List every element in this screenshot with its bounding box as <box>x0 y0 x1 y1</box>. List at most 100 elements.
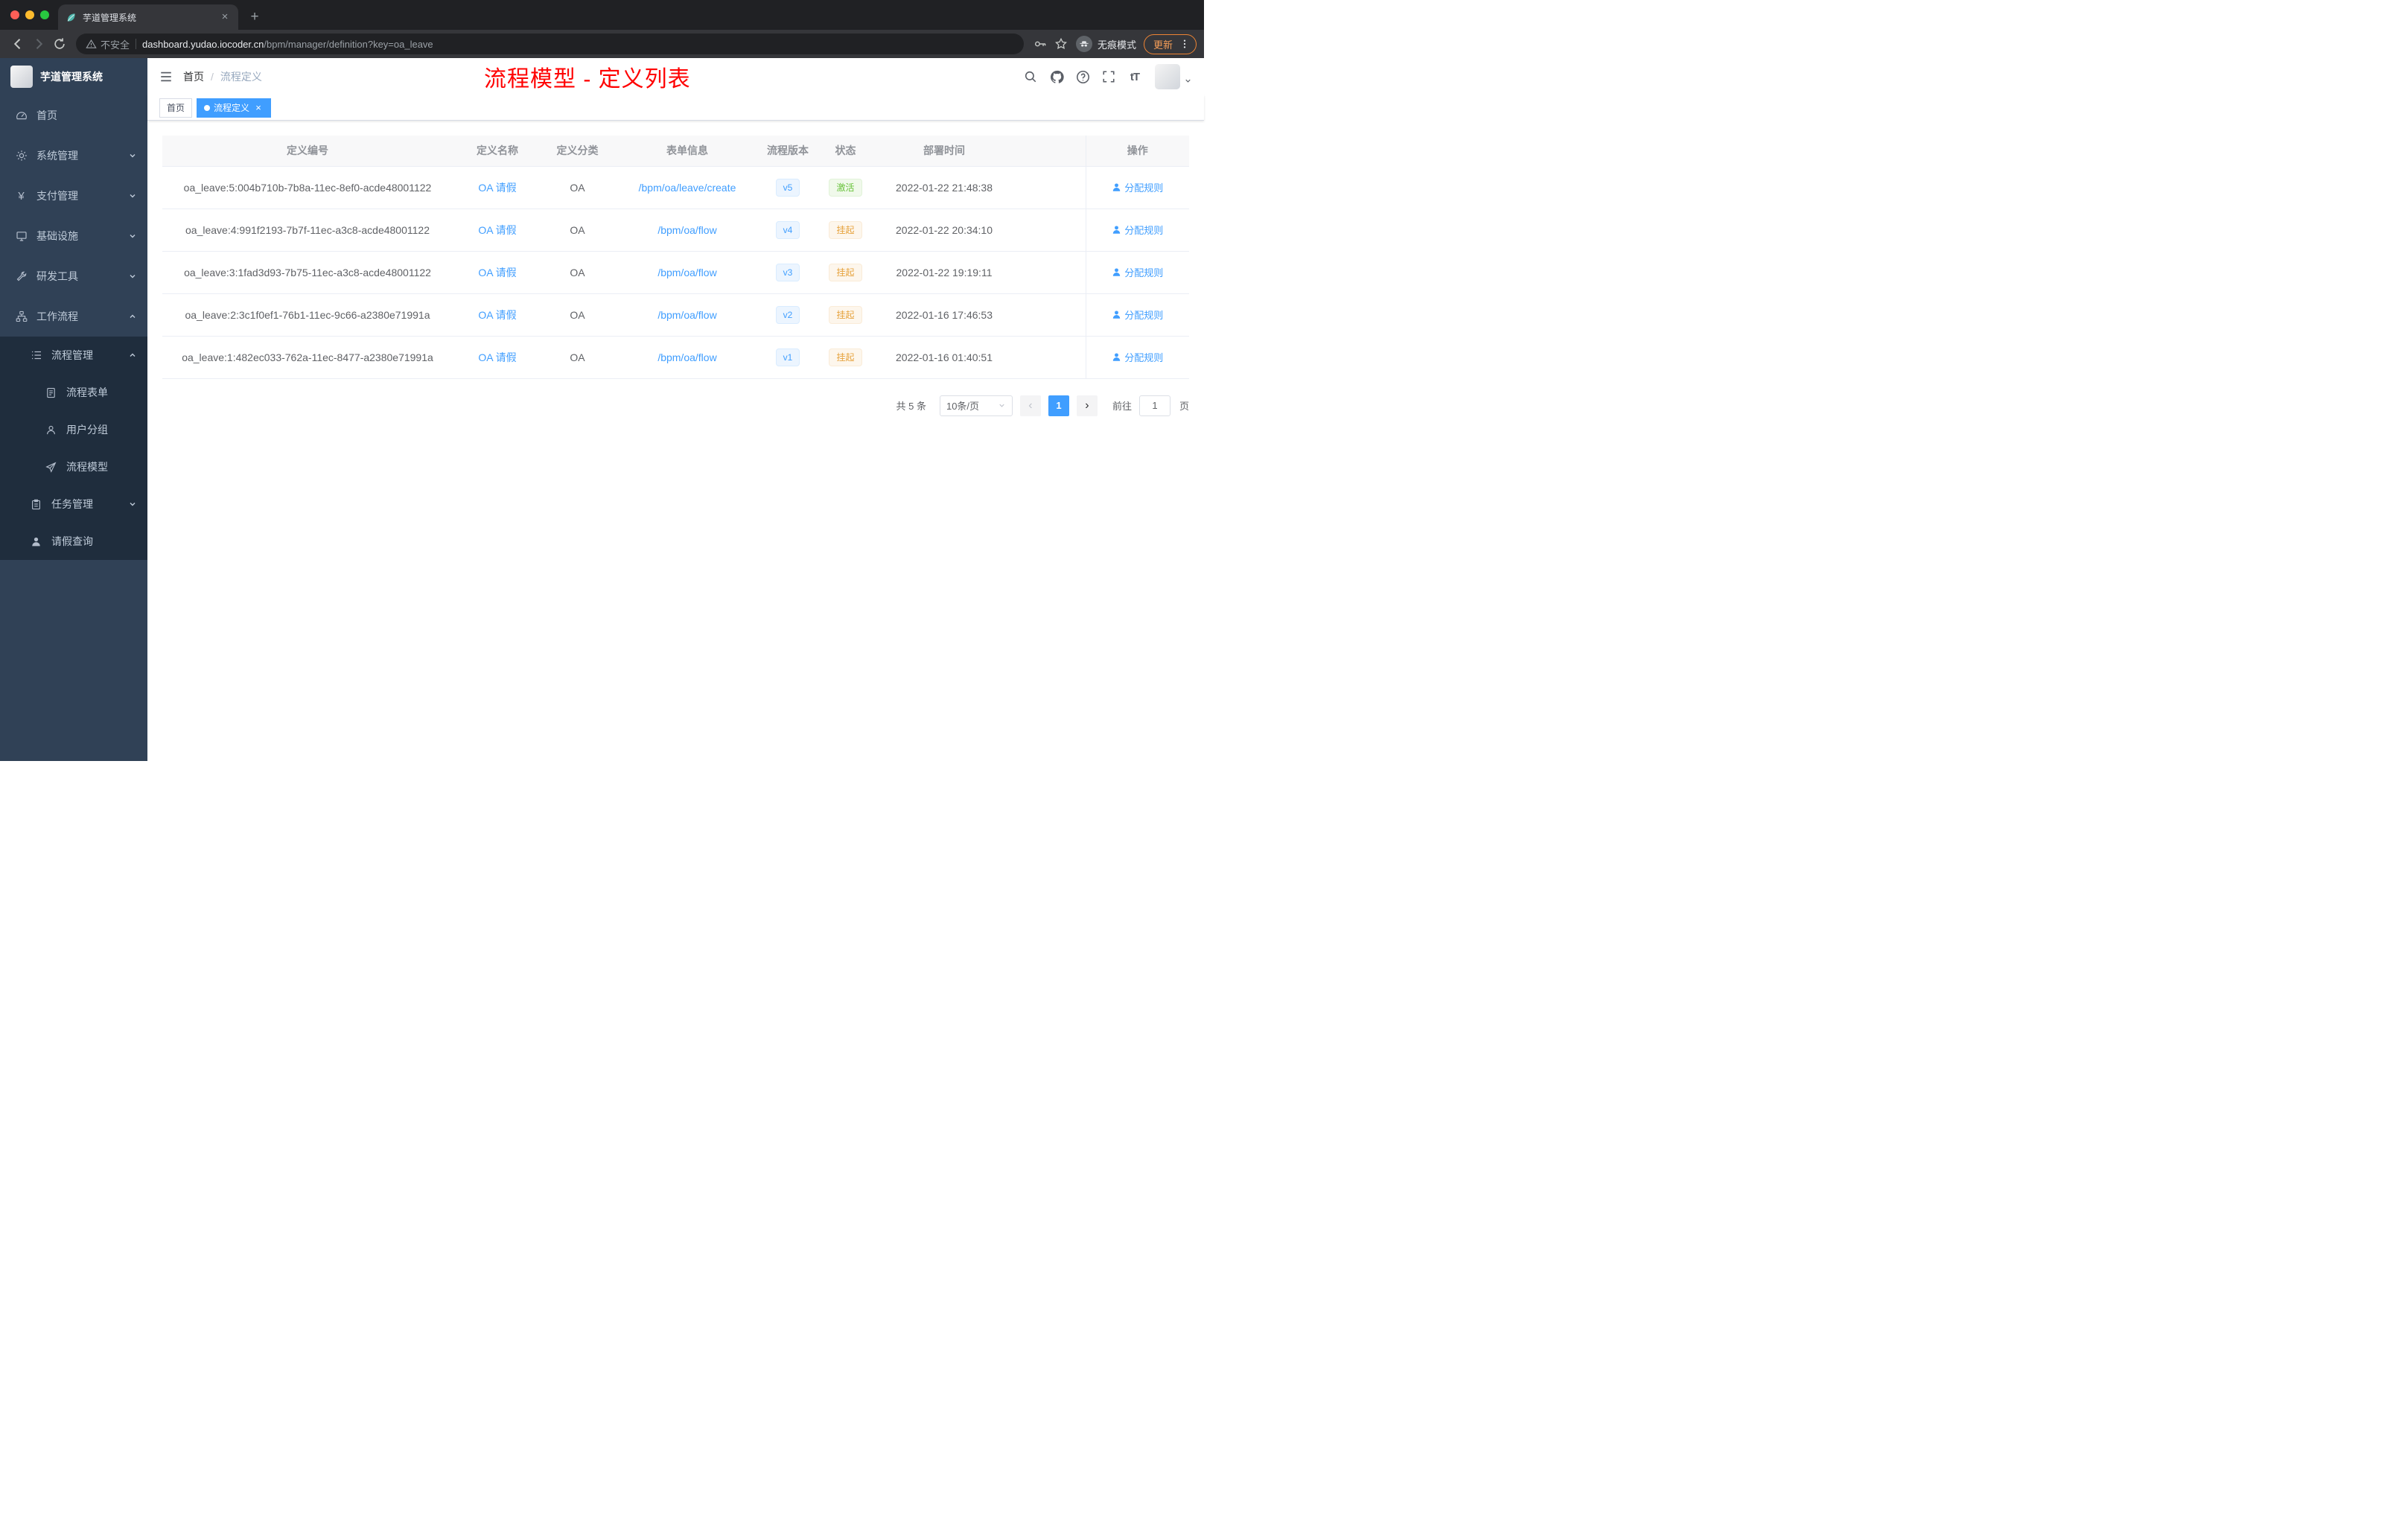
sidebar-item-home[interactable]: 首页 <box>0 95 147 136</box>
assign-rule-button[interactable]: 分配规则 <box>1112 265 1163 279</box>
sidebar-item-payment[interactable]: ¥ 支付管理 <box>0 176 147 216</box>
assign-rule-button[interactable]: 分配规则 <box>1112 180 1163 194</box>
browser-tab[interactable]: 芋道管理系统 × <box>58 4 238 30</box>
github-icon[interactable] <box>1048 68 1066 86</box>
favicon-icon <box>66 12 77 23</box>
assign-rule-button[interactable]: 分配规则 <box>1112 223 1163 237</box>
sidebar-item-label: 系统管理 <box>36 150 78 162</box>
minimize-window-button[interactable] <box>25 10 34 19</box>
form-link[interactable]: /bpm/oa/flow <box>657 309 716 321</box>
goto-page-input[interactable] <box>1138 395 1170 416</box>
assign-rule-button[interactable]: 分配规则 <box>1112 308 1163 322</box>
sidebar-item-label: 基础设施 <box>36 230 78 242</box>
definition-name-link[interactable]: OA 请假 <box>478 309 516 321</box>
tag-close-icon[interactable]: × <box>253 103 264 113</box>
chevron-down-icon <box>128 232 137 241</box>
tag-label: 首页 <box>167 103 185 113</box>
next-page-button[interactable]: › <box>1076 395 1098 416</box>
search-icon[interactable] <box>1022 68 1039 86</box>
zoom-window-button[interactable] <box>40 10 49 19</box>
warning-icon <box>86 39 97 50</box>
assign-rule-label: 分配规则 <box>1124 182 1164 194</box>
incognito-icon <box>1075 36 1092 52</box>
navbar-actions: tT <box>1022 64 1192 89</box>
cell-id: oa_leave:4:991f2193-7b7f-11ec-a3c8-acde4… <box>162 208 453 252</box>
browser-menu-icon[interactable] <box>1177 36 1192 51</box>
definition-name-link[interactable]: OA 请假 <box>478 182 516 194</box>
bookmark-star-icon[interactable] <box>1051 34 1071 54</box>
back-button[interactable] <box>7 34 28 54</box>
form-link[interactable]: /bpm/oa/flow <box>657 351 716 363</box>
sidebar-item-label: 流程表单 <box>66 386 108 398</box>
sidebar-item-label: 研发工具 <box>36 270 78 282</box>
tags-view: 首页 流程定义 × <box>147 95 1204 121</box>
hamburger-icon[interactable] <box>159 70 173 83</box>
main-area: 首页 / 流程定义 流程模型 - 定义列表 tT 首页 流程定义 × 定义编号 … <box>147 58 1204 761</box>
person-icon <box>30 536 42 547</box>
status-badge: 挂起 <box>829 263 862 281</box>
sidebar-item-process-model[interactable]: 流程模型 <box>0 448 147 485</box>
logo-title: 芋道管理系统 <box>40 71 103 83</box>
column-header-version: 流程版本 <box>762 136 814 167</box>
browser-window: 芋道管理系统 × + 不安全 dashboard.yudao.iocoder.c… <box>0 0 1204 761</box>
goto-label: 前往 <box>1112 401 1132 412</box>
address-bar[interactable]: 不安全 dashboard.yudao.iocoder.cn/bpm/manag… <box>76 34 1024 54</box>
status-badge: 挂起 <box>829 220 862 239</box>
assign-rule-button[interactable]: 分配规则 <box>1112 350 1163 364</box>
sidebar-item-process-management[interactable]: 流程管理 <box>0 337 147 374</box>
prev-page-button[interactable]: ‹ <box>1019 395 1041 416</box>
chevron-down-icon <box>128 151 137 160</box>
app-root: 芋道管理系统 首页 系统管理 ¥ 支付管理 基础设施 研发工具 工作流程 流程管… <box>0 58 1204 761</box>
sidebar-item-infra[interactable]: 基础设施 <box>0 216 147 256</box>
form-link[interactable]: /bpm/oa/flow <box>657 224 716 236</box>
sidebar-item-workflow[interactable]: 工作流程 <box>0 296 147 337</box>
cell-filler <box>1011 208 1086 252</box>
incognito-badge: 无痕模式 <box>1075 36 1136 52</box>
browser-toolbar: 不安全 dashboard.yudao.iocoder.cn/bpm/manag… <box>0 30 1204 58</box>
sidebar-item-process-form[interactable]: 流程表单 <box>0 374 147 411</box>
sidebar-item-label: 用户分组 <box>66 424 108 436</box>
font-size-icon[interactable]: tT <box>1126 68 1144 86</box>
cell-id: oa_leave:2:3c1f0ef1-76b1-11ec-9c66-a2380… <box>162 293 453 337</box>
tab-close-icon[interactable]: × <box>219 11 231 23</box>
sidebar-item-system[interactable]: 系统管理 <box>0 136 147 176</box>
caret-down-icon <box>1184 77 1192 85</box>
version-tag: v5 <box>775 178 800 197</box>
annotation-title: 流程模型 - 定义列表 <box>484 67 691 92</box>
sidebar-logo[interactable]: 芋道管理系统 <box>0 58 147 95</box>
help-icon[interactable] <box>1074 68 1092 86</box>
sidebar-item-task-management[interactable]: 任务管理 <box>0 485 147 523</box>
pagination: 共 5 条 10条/页 ‹ 1 › 前往 页 <box>162 395 1189 416</box>
cell-filler <box>1011 251 1086 294</box>
new-tab-button[interactable]: + <box>244 7 265 28</box>
chevron-down-icon <box>128 272 137 281</box>
person-icon <box>1113 353 1121 361</box>
page-size-select[interactable]: 10条/页 <box>939 395 1013 416</box>
security-warning[interactable]: 不安全 <box>86 37 130 51</box>
definition-name-link[interactable]: OA 请假 <box>478 351 516 363</box>
avatar[interactable] <box>1155 64 1180 89</box>
column-header-name: 定义名称 <box>453 136 542 167</box>
definition-name-link[interactable]: OA 请假 <box>478 267 516 278</box>
sidebar-item-leave-query[interactable]: 请假查询 <box>0 523 147 560</box>
user-menu[interactable] <box>1155 64 1192 89</box>
chrome-update-button[interactable]: 更新 <box>1143 34 1197 54</box>
form-link[interactable]: /bpm/oa/flow <box>657 267 716 278</box>
page-number-1[interactable]: 1 <box>1048 395 1069 416</box>
close-window-button[interactable] <box>10 10 19 19</box>
cell-id: oa_leave:1:482ec033-762a-11ec-8477-a2380… <box>162 336 453 379</box>
security-label: 不安全 <box>101 39 130 51</box>
chevron-up-icon <box>128 351 137 360</box>
reload-button[interactable] <box>49 34 70 54</box>
sidebar-item-devtools[interactable]: 研发工具 <box>0 256 147 296</box>
definition-name-link[interactable]: OA 请假 <box>478 224 516 236</box>
forward-button[interactable] <box>28 34 49 54</box>
tag-process-definition[interactable]: 流程定义 × <box>197 98 272 118</box>
form-link[interactable]: /bpm/oa/leave/create <box>639 182 736 194</box>
fullscreen-icon[interactable] <box>1100 68 1118 86</box>
tag-home[interactable]: 首页 <box>159 98 193 118</box>
password-key-icon[interactable] <box>1030 34 1051 54</box>
table-row: oa_leave:4:991f2193-7b7f-11ec-a3c8-acde4… <box>162 208 1189 252</box>
breadcrumb-home[interactable]: 首页 <box>183 69 204 84</box>
sidebar-item-user-group[interactable]: 用户分组 <box>0 411 147 448</box>
